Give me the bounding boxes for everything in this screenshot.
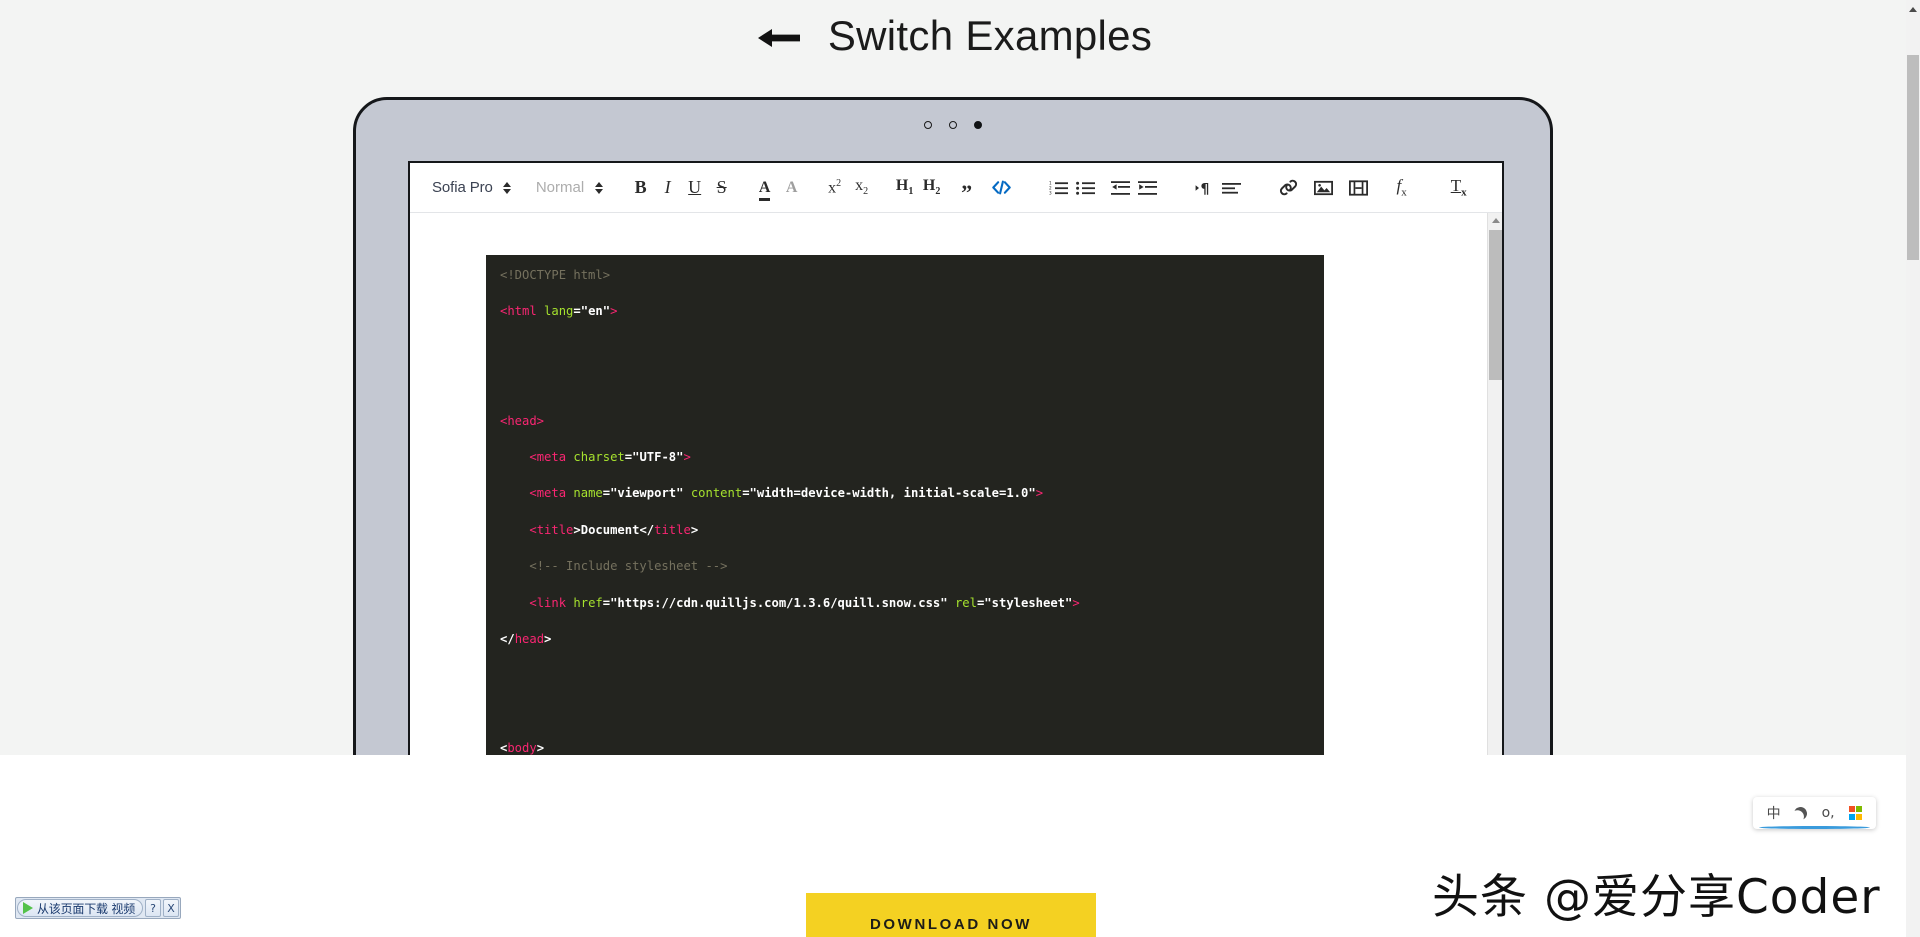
text-direction-button[interactable]: ¶ — [1191, 173, 1218, 203]
code-line: ​ — [500, 666, 1310, 684]
outdent-button[interactable] — [1107, 173, 1134, 203]
editor-toolbar: Sofia Pro Normal B I U S A A x2 x2 H1 H2… — [410, 163, 1502, 213]
underline-button[interactable]: U — [681, 173, 708, 203]
close-button[interactable]: X — [163, 899, 180, 917]
code-block-button[interactable] — [988, 173, 1015, 203]
heading-1-button[interactable]: H1 — [891, 173, 918, 203]
ime-language-button[interactable]: 中 — [1763, 802, 1785, 824]
code-line: <!DOCTYPE html> — [500, 268, 611, 282]
scroll-up-icon[interactable] — [1488, 213, 1502, 228]
bottom-section: DOWNLOAD NOW — [0, 755, 1908, 937]
subscript-button[interactable]: x2 — [848, 173, 875, 203]
editor-scrollbar-thumb[interactable] — [1489, 230, 1502, 380]
image-icon[interactable] — [1310, 173, 1337, 203]
windows-logo-icon — [1848, 806, 1863, 820]
code-line: <html lang="en"> — [500, 304, 618, 319]
tablet-screen: Sofia Pro Normal B I U S A A x2 x2 H1 H2… — [408, 161, 1504, 755]
download-video-label: 从该页面下载 视频 — [37, 901, 136, 916]
page-header: Switch Examples — [0, 0, 1908, 72]
ime-floating-bar: 中 o, — [1753, 797, 1876, 829]
align-button[interactable] — [1218, 173, 1245, 203]
highlight-color-button[interactable]: A — [778, 173, 805, 203]
carousel-dot-2[interactable] — [949, 121, 957, 129]
code-line: ​ — [500, 339, 1310, 357]
bold-button[interactable]: B — [627, 173, 654, 203]
indent-button[interactable] — [1134, 173, 1161, 203]
code-line: ​ — [500, 703, 1310, 721]
font-family-value: Sofia Pro — [432, 179, 493, 196]
download-video-button[interactable]: 从该页面下载 视频 — [17, 899, 144, 917]
blockquote-button[interactable]: ” — [953, 173, 980, 203]
arrow-left-icon[interactable] — [756, 23, 802, 53]
page-scroll-up-icon[interactable] — [1906, 2, 1920, 16]
video-downloader-widget: 从该页面下载 视频 ? X — [15, 897, 182, 919]
download-now-button[interactable]: DOWNLOAD NOW — [806, 893, 1096, 937]
code-line: <!-- Include stylesheet --> — [529, 559, 728, 574]
page-scrollbar-thumb[interactable] — [1907, 55, 1919, 260]
stepper-icon — [592, 181, 605, 194]
page-scrollbar[interactable] — [1906, 0, 1920, 937]
clear-format-button[interactable]: Tx — [1445, 173, 1472, 203]
carousel-dots — [356, 118, 1550, 132]
carousel-dot-1[interactable] — [924, 121, 932, 129]
font-family-select[interactable]: Sofia Pro — [432, 173, 514, 203]
code-line: </head> — [500, 632, 552, 647]
ime-mode-button[interactable] — [1790, 802, 1812, 824]
italic-button[interactable]: I — [654, 173, 681, 203]
heading-2-button[interactable]: H2 — [918, 173, 945, 203]
strikethrough-button[interactable]: S — [708, 173, 735, 203]
help-button[interactable]: ? — [145, 899, 162, 917]
play-icon — [23, 902, 33, 914]
ordered-list-button[interactable]: 1 2 3 — [1045, 173, 1072, 203]
formula-button[interactable]: fx — [1388, 173, 1415, 203]
text-color-button[interactable]: A — [751, 173, 778, 203]
site-content-area: Switch Examples Sofia Pro Normal B I U S… — [0, 0, 1908, 755]
carousel-dot-3[interactable] — [974, 121, 982, 129]
code-line: <meta charset="UTF-8"> — [529, 450, 691, 465]
superscript-button[interactable]: x2 — [821, 173, 848, 203]
link-icon[interactable] — [1275, 173, 1302, 203]
page-root: Switch Examples Sofia Pro Normal B I U S… — [0, 0, 1920, 937]
video-icon[interactable] — [1345, 173, 1372, 203]
bullet-list-button[interactable] — [1072, 173, 1099, 203]
code-line: <meta name="viewport" content="width=dev… — [529, 486, 1044, 501]
ime-windows-button[interactable] — [1844, 802, 1866, 824]
tablet-mockup: Sofia Pro Normal B I U S A A x2 x2 H1 H2… — [353, 97, 1553, 755]
stepper-icon — [501, 181, 514, 194]
editor-body[interactable]: <!DOCTYPE html> <html lang="en"> ​ ​ <he… — [410, 213, 1502, 755]
editor-scrollbar[interactable] — [1487, 213, 1502, 755]
page-title: Switch Examples — [827, 12, 1153, 59]
font-size-select[interactable]: Normal — [536, 173, 605, 203]
svg-text:3: 3 — [1049, 190, 1052, 195]
code-line: <link href="https://cdn.quilljs.com/1.3.… — [529, 595, 1080, 610]
code-line: ​ — [500, 375, 1310, 393]
code-line: <title>Document</title> — [529, 522, 699, 537]
code-block[interactable]: <!DOCTYPE html> <html lang="en"> ​ ​ <he… — [486, 255, 1324, 755]
font-size-value: Normal — [535, 179, 585, 196]
moon-icon — [1793, 805, 1810, 822]
code-line: <head> — [500, 413, 545, 428]
svg-text:¶: ¶ — [1200, 181, 1209, 196]
ime-punctuation-button[interactable]: o, — [1817, 802, 1839, 824]
code-line: <body> — [500, 741, 545, 755]
